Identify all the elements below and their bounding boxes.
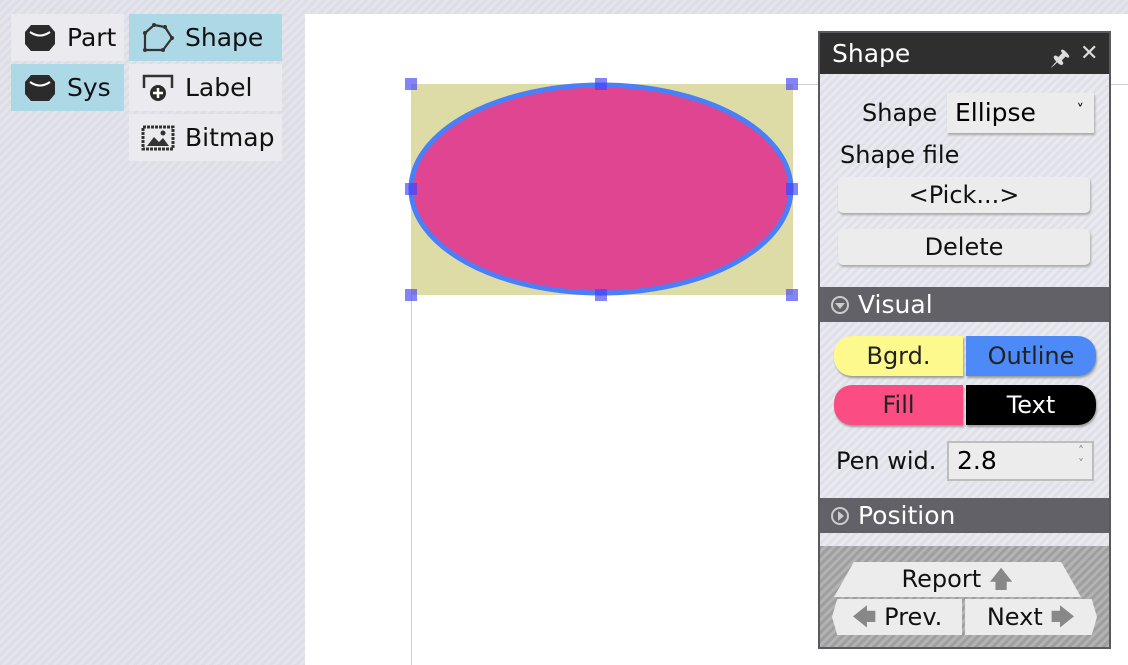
position-section-header[interactable]: Position [820, 498, 1109, 533]
shape-file-label: Shape file [840, 141, 960, 169]
tool-part[interactable]: Part [11, 14, 124, 61]
arrow-right-icon: 🡆 [1050, 603, 1076, 631]
text-color-button[interactable]: Text [966, 385, 1096, 425]
prev-label: Prev. [884, 603, 943, 631]
tool-bitmap-label: Bitmap [185, 123, 275, 152]
tool-label-label: Label [185, 73, 253, 102]
pick-shape-file-button[interactable]: <Pick...> [838, 177, 1090, 213]
report-button[interactable]: Report 🡅 [834, 562, 1081, 597]
text-color-label: Text [1006, 391, 1056, 419]
arrow-left-icon: 🡄 [851, 603, 877, 631]
delete-button[interactable]: Delete [838, 229, 1090, 265]
arrow-up-icon: 🡅 [988, 565, 1014, 593]
shape-type-value: Ellipse [955, 98, 1036, 127]
chevron-down-icon: ˅ [1076, 101, 1085, 119]
resize-handle-ne[interactable] [786, 78, 798, 90]
pen-width-value: 2.8 [957, 446, 997, 475]
report-label: Report [901, 565, 982, 593]
guide-line-vertical [411, 295, 412, 665]
resize-handle-n[interactable] [595, 78, 607, 90]
resize-handle-sw[interactable] [405, 289, 417, 301]
tool-bitmap[interactable]: Bitmap [129, 114, 282, 161]
collapse-icon [831, 295, 849, 314]
visual-section-title: Visual [858, 290, 933, 319]
close-icon[interactable]: ✕ [1080, 41, 1098, 66]
pen-width-input[interactable]: 2.8 ˄ ˅ [947, 441, 1094, 481]
prev-button[interactable]: 🡄 Prev. [832, 599, 962, 635]
expand-icon [831, 506, 849, 525]
selected-shape[interactable] [400, 75, 804, 305]
next-label: Next [986, 603, 1043, 631]
outline-color-label: Outline [987, 342, 1075, 370]
tool-part-label: Part [67, 23, 117, 52]
pen-width-label: Pen wid. [836, 447, 937, 475]
fill-color-button[interactable]: Fill [834, 385, 963, 425]
sys-icon [25, 74, 55, 101]
part-icon [25, 24, 55, 51]
resize-handle-se[interactable] [786, 289, 798, 301]
shape-properties-panel: Shape 🖈 ✕ Shape Ellipse ˅ Shape file <Pi… [818, 31, 1111, 649]
next-button[interactable]: Next 🡆 [965, 599, 1097, 635]
tool-sys-label: Sys [67, 73, 111, 102]
tool-sys[interactable]: Sys [11, 64, 124, 111]
outline-color-button[interactable]: Outline [966, 336, 1096, 376]
bitmap-icon [141, 125, 175, 150]
spinner-arrows-icon[interactable]: ˄ ˅ [1078, 445, 1084, 471]
fill-color-label: Fill [882, 391, 915, 419]
resize-handle-nw[interactable] [405, 78, 417, 90]
ellipse-shape[interactable] [408, 82, 794, 296]
tool-shape-label: Shape [185, 23, 264, 52]
background-color-label: Bgrd. [866, 342, 931, 370]
panel-title-bar: Shape 🖈 ✕ [820, 33, 1109, 74]
resize-handle-s[interactable] [595, 289, 607, 301]
visual-section-header[interactable]: Visual [820, 287, 1109, 322]
panel-title: Shape [832, 39, 911, 68]
pin-icon[interactable]: 🖈 [1050, 41, 1070, 79]
tool-shape[interactable]: Shape [129, 14, 282, 61]
shape-type-select[interactable]: Ellipse ˅ [947, 93, 1094, 133]
label-add-icon [142, 74, 174, 101]
shape-polygon-icon [143, 22, 174, 52]
resize-handle-w[interactable] [405, 183, 417, 195]
background-color-button[interactable]: Bgrd. [834, 336, 963, 376]
resize-handle-e[interactable] [786, 183, 798, 195]
shape-type-label: Shape [862, 99, 938, 127]
position-section-title: Position [858, 501, 956, 530]
tool-label[interactable]: Label [129, 64, 282, 111]
navigation-area: Report 🡅 🡄 Prev. Next 🡆 [820, 546, 1109, 647]
